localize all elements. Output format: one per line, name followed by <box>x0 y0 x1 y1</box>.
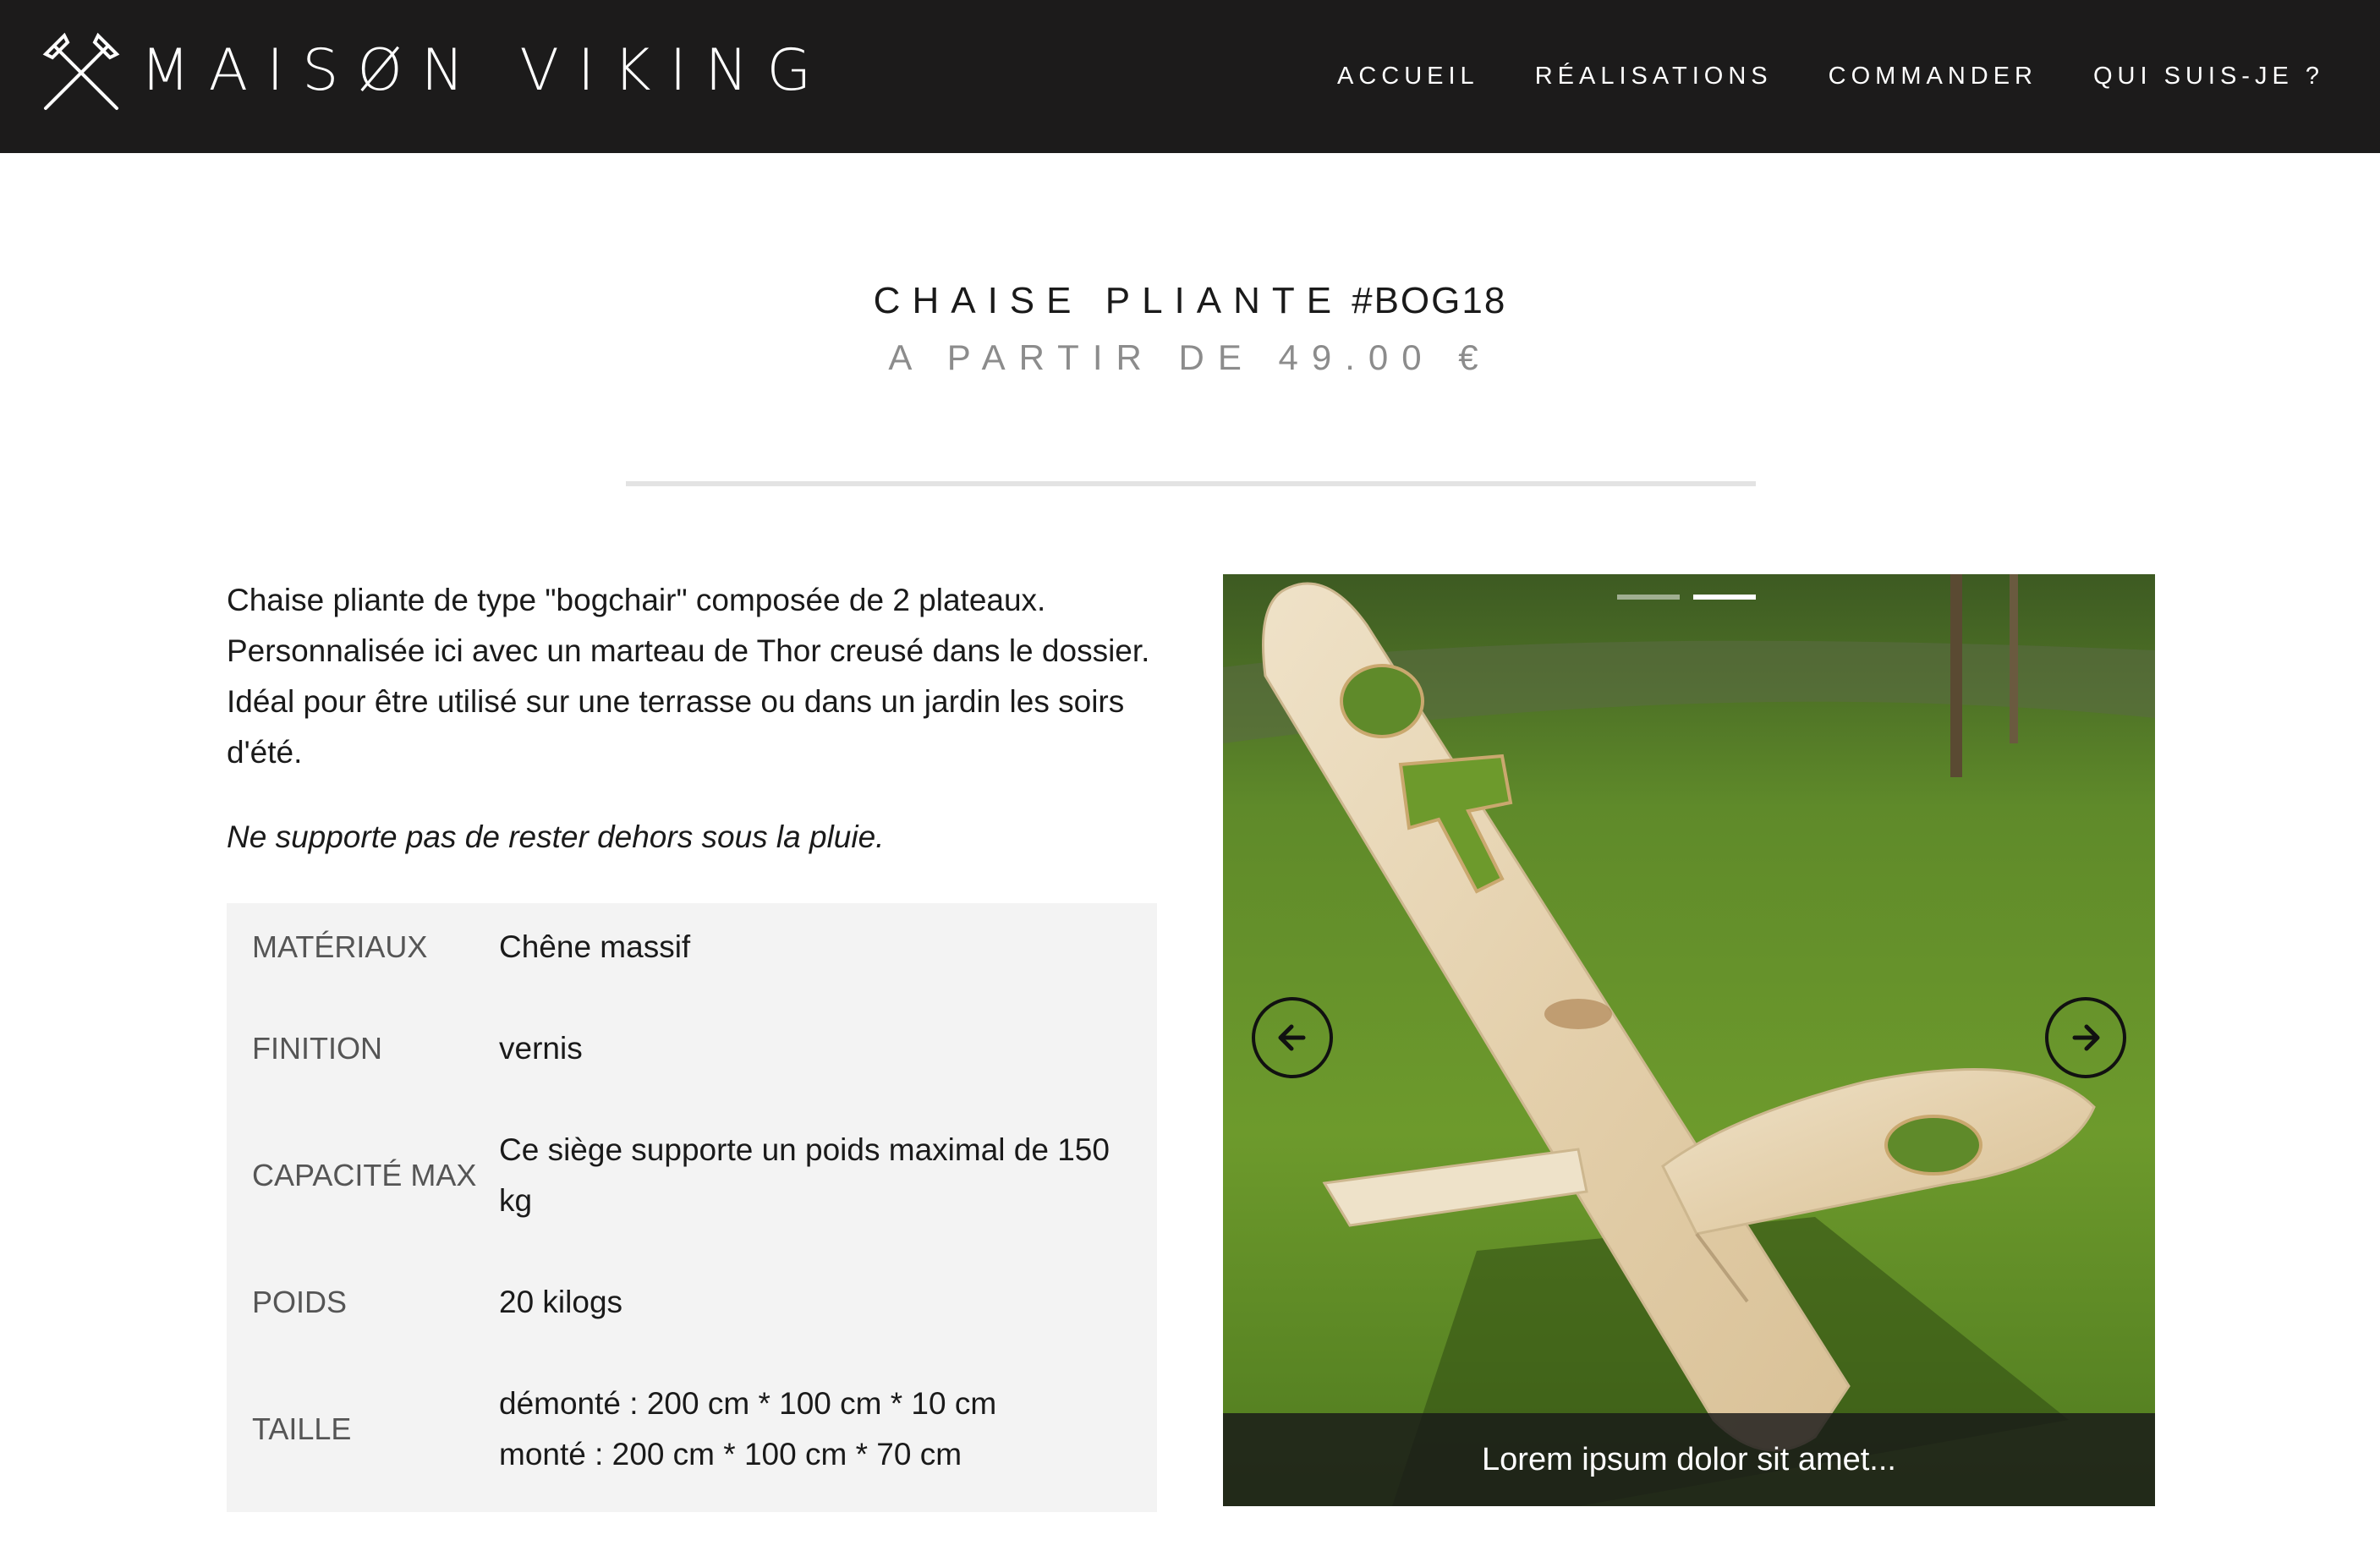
product-note: Ne supporte pas de rester dehors sous la… <box>227 819 885 854</box>
nav-accueil[interactable]: ACCUEIL <box>1337 63 1479 90</box>
spec-row-capacite: CAPACITÉ MAX Ce siège supporte un poids … <box>252 1125 1132 1226</box>
site-header: MAISØN VIKING ACCUEIL RÉALISATIONS COMMA… <box>0 0 2380 153</box>
carousel-indicator-2[interactable] <box>1693 595 1756 600</box>
spec-value: 20 kilogs <box>499 1285 623 1319</box>
product-code: #BOG18 <box>1352 280 1507 321</box>
nav-commander[interactable]: COMMANDER <box>1829 63 2037 90</box>
carousel-slide-image <box>1223 574 2155 1506</box>
spec-row-materiaux: MATÉRIAUX Chêne massif <box>252 922 1132 973</box>
product-heading: CHAISE PLIANTE #BOG18 A PARTIR DE 49.00 € <box>0 282 2380 375</box>
spec-value: Chêne massif <box>499 929 691 964</box>
spec-label: CAPACITÉ MAX <box>252 1158 477 1192</box>
brand-name: MAISØN VIKING <box>140 37 831 104</box>
spec-label: POIDS <box>252 1285 348 1319</box>
carousel-prev-button[interactable] <box>1252 997 1333 1078</box>
spec-value-line: démonté : 200 cm * 100 cm * 10 cm <box>499 1386 997 1421</box>
brand-link[interactable]: MAISØN VIKING <box>39 29 830 113</box>
product-description: Chaise pliante de type "bogchair" compos… <box>227 583 1150 770</box>
spec-row-taille: TAILLE démonté : 200 cm * 100 cm * 10 cm… <box>252 1378 1132 1480</box>
arrow-left-icon <box>1278 1024 1306 1051</box>
title-divider <box>626 481 1756 486</box>
arrow-right-icon <box>2072 1024 2100 1051</box>
product-title: CHAISE PLIANTE #BOG18 <box>0 282 2380 320</box>
nav-qui-suis-je[interactable]: QUI SUIS-JE ? <box>2093 63 2324 90</box>
image-carousel[interactable]: Lorem ipsum dolor sit amet... <box>1223 574 2155 1506</box>
spec-label: MATÉRIAUX <box>252 929 428 964</box>
carousel-indicator-1[interactable] <box>1617 595 1680 600</box>
product-price: A PARTIR DE 49.00 € <box>888 337 1492 377</box>
crossed-axes-icon <box>42 32 120 110</box>
spec-value: Ce siège supporte un poids maximal de 15… <box>499 1132 1110 1218</box>
carousel-indicators <box>1617 595 1756 600</box>
product-name: CHAISE PLIANTE <box>873 280 1344 321</box>
spec-row-finition: FINITION vernis <box>252 1023 1132 1074</box>
carousel-caption: Lorem ipsum dolor sit amet... <box>1223 1413 2155 1506</box>
spec-value: démonté : 200 cm * 100 cm * 10 cm monté … <box>499 1378 1132 1480</box>
spec-value-line: monté : 200 cm * 100 cm * 70 cm <box>499 1437 962 1472</box>
spec-value: vernis <box>499 1031 583 1066</box>
spec-row-poids: POIDS 20 kilogs <box>252 1277 1132 1328</box>
specs-table: MATÉRIAUX Chêne massif FINITION vernis C… <box>227 903 1157 1512</box>
nav-realisations[interactable]: RÉALISATIONS <box>1535 63 1773 90</box>
spec-label: TAILLE <box>252 1411 352 1446</box>
carousel-next-button[interactable] <box>2045 997 2126 1078</box>
carousel-caption-text: Lorem ipsum dolor sit amet... <box>1482 1441 1896 1477</box>
main-nav: ACCUEIL RÉALISATIONS COMMANDER QUI SUIS-… <box>1337 0 2324 153</box>
spec-label: FINITION <box>252 1031 382 1066</box>
